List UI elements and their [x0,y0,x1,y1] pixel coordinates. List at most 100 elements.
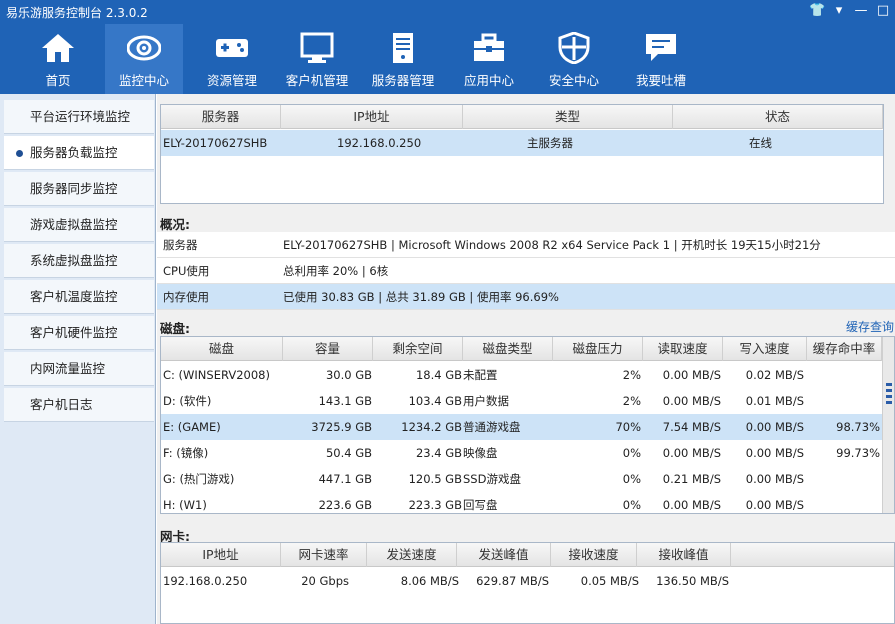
table-row[interactable]: H: (W1) 223.6 GB 223.3 GB 回写盘 0% 0.00 MB/S 0.0… [161,492,882,518]
overview-key: CPU使用 [163,264,210,278]
monitor-icon [300,32,334,63]
sidebar-item-server-load[interactable]: 服务器负载监控 [4,136,154,170]
column-header[interactable]: 发送峰值 [457,543,551,567]
sidebar-item-label: 游戏虚拟盘监控 [30,217,118,232]
sidebar-item-client-hardware[interactable]: 客户机硬件监控 [4,316,154,350]
sidebar-item-label: 客户机硬件监控 [30,325,118,340]
main-toolbar: 首页 监控中心 资源管理 客户机管理 服务器管理 应用中心 安全中心 我要吐槽 [0,24,895,94]
column-header[interactable]: 读取速度 [643,337,723,361]
scroll-thumb-mark [886,401,892,404]
menu-dropdown-icon[interactable]: ▾ [831,2,847,20]
column-header[interactable]: IP地址 [281,105,463,129]
sidebar-item-system-vdisk[interactable]: 系统虚拟盘监控 [4,244,154,278]
toolbar-server-management[interactable]: 服务器管理 [362,24,444,94]
home-icon [42,34,74,62]
disk-cell-disk: D: (软件) [163,394,212,408]
cache-query-link[interactable]: 缓存查询 [846,318,894,335]
toolbar-security-center[interactable]: 安全中心 [534,24,614,94]
disk-cell-type: 映像盘 [463,446,498,460]
sidebar-item-client-log[interactable]: 客户机日志 [4,388,154,422]
column-header[interactable]: 服务器 [161,105,281,129]
disk-cell-disk: G: (热门游戏) [163,472,235,486]
sidebar-item-game-vdisk[interactable]: 游戏虚拟盘监控 [4,208,154,242]
disk-cell-cap: 50.4 GB [325,446,372,460]
nic-recv: 0.05 MB/S [580,574,639,588]
sidebar-item-client-temp[interactable]: 客户机温度监控 [4,280,154,314]
disk-cell-type: 未配置 [463,368,498,382]
disk-cell-free: 120.5 GB [408,472,462,486]
active-dot-icon [16,150,23,157]
sidebar: 平台运行环境监控 服务器负载监控 服务器同步监控 游戏虚拟盘监控 系统虚拟盘监控… [0,94,156,624]
disk-table: 磁盘 容量 剩余空间 磁盘类型 磁盘压力 读取速度 写入速度 缓存命中率 C: … [160,336,895,514]
toolbar-feedback[interactable]: 我要吐槽 [620,24,702,94]
disk-cell-read: 7.54 MB/S [662,420,721,434]
toolbar-monitor-center[interactable]: 监控中心 [105,24,183,94]
toolbar-home[interactable]: 首页 [17,24,99,94]
eye-icon [127,35,161,61]
toolbar-label: 应用中心 [463,73,514,88]
minimize-icon[interactable]: — [853,2,869,20]
toolbar-app-center[interactable]: 应用中心 [450,24,528,94]
disk-table-scrollbar[interactable] [882,337,894,513]
nic-recv-peak: 136.50 MB/S [656,574,729,588]
column-header[interactable]: IP地址 [161,543,281,567]
overview-value: 总利用率 20% | 6核 [283,264,389,278]
skin-icon[interactable]: 👕 [809,2,825,20]
table-row[interactable]: 192.168.0.250 20 Gbps 8.06 MB/S 629.87 M… [161,568,894,594]
disk-cell-load: 2% [622,394,641,408]
disk-cell-cap: 30.0 GB [325,368,372,382]
chat-icon [646,34,676,61]
nic-send-peak: 629.87 MB/S [476,574,549,588]
title-bar: 易乐游服务控制台 2.3.0.2 👕 ▾ — □ [0,0,895,24]
sidebar-item-lan-traffic[interactable]: 内网流量监控 [4,352,154,386]
gamepad-icon [216,39,248,57]
disk-cell-disk: C: (WINSERV2008) [163,368,270,382]
table-row[interactable]: G: (热门游戏) 447.1 GB 120.5 GB SSD游戏盘 0% 0.21 MB… [161,466,882,492]
column-header[interactable]: 剩余空间 [373,337,463,361]
toolbar-label: 安全中心 [548,73,599,88]
disk-cell-write: 0.01 MB/S [745,394,804,408]
column-header[interactable]: 写入速度 [723,337,807,361]
disk-cell-type: 用户数据 [463,394,509,408]
table-row[interactable]: F: (镜像) 50.4 GB 23.4 GB 映像盘 0% 0.00 MB/S 0.00 … [161,440,882,466]
maximize-icon[interactable]: □ [875,2,891,20]
overview-title: 概况: [160,217,190,232]
column-header[interactable]: 磁盘 [161,337,283,361]
table-row[interactable]: ELY-20170627SHB 192.168.0.250 主服务器 在线 [161,130,883,156]
table-row[interactable]: E: (GAME) 3725.9 GB 1234.2 GB 普通游戏盘 70% 7.54 … [161,414,882,440]
disk-cell-disk: F: (镜像) [163,446,209,460]
disk-cell-type: SSD游戏盘 [463,472,521,486]
disk-cell-load: 0% [622,446,641,460]
disk-cell-write: 0.02 MB/S [745,368,804,382]
column-header[interactable]: 发送速度 [367,543,457,567]
server-type: 主服务器 [527,136,573,150]
column-header[interactable]: 磁盘类型 [463,337,553,361]
sidebar-item-platform-env[interactable]: 平台运行环境监控 [4,100,154,134]
disk-cell-disk: E: (GAME) [163,420,221,434]
disk-cell-hit: 99.73% [836,446,880,460]
table-row[interactable]: C: (WINSERV2008) 30.0 GB 18.4 GB 未配置 2% 0.00 … [161,362,882,388]
nic-send: 8.06 MB/S [400,574,459,588]
column-header[interactable]: 磁盘压力 [553,337,643,361]
toolbar-resources[interactable]: 资源管理 [192,24,272,94]
nic-rate: 20 Gbps [301,574,349,588]
column-header[interactable]: 类型 [463,105,673,129]
overview-value: ELY-20170627SHB | Microsoft Windows 2008… [283,238,821,252]
sidebar-item-server-sync[interactable]: 服务器同步监控 [4,172,154,206]
overview-key: 服务器 [163,238,198,252]
toolbar-client-management[interactable]: 客户机管理 [276,24,358,94]
column-header[interactable]: 容量 [283,337,373,361]
disk-cell-read: 0.00 MB/S [662,498,721,512]
disk-cell-load: 70% [615,420,641,434]
sidebar-item-label: 客户机温度监控 [30,289,118,304]
column-header[interactable]: 状态 [673,105,883,129]
toolbar-label: 监控中心 [118,73,169,88]
table-row[interactable]: D: (软件) 143.1 GB 103.4 GB 用户数据 2% 0.00 MB/S 0.… [161,388,882,414]
server-table-header: 服务器 IP地址 类型 状态 [161,105,883,129]
column-header[interactable]: 接收速度 [551,543,637,567]
toolbar-label: 客户机管理 [285,73,349,88]
column-header[interactable]: 缓存命中率 [807,337,882,361]
column-header[interactable]: 网卡速率 [281,543,367,567]
column-header[interactable]: 接收峰值 [637,543,731,567]
disk-cell-hit: 98.73% [836,420,880,434]
